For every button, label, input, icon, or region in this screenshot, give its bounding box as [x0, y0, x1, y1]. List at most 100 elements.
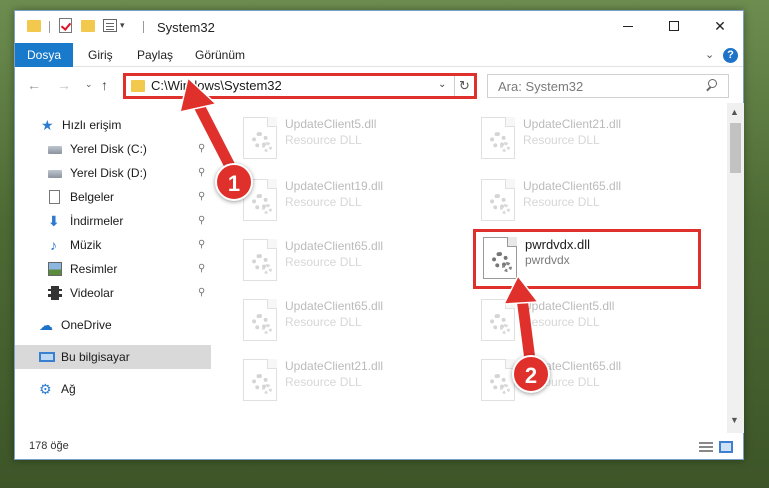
file-name: UpdateClient65.dll — [285, 239, 384, 253]
file-description: Resource DLL — [523, 195, 600, 209]
pin-icon[interactable]: ⚲ — [198, 143, 205, 154]
dll-file-icon — [243, 239, 277, 281]
download-icon: ⬇ — [48, 213, 60, 229]
cloud-icon: ☁ — [39, 317, 53, 333]
sidebar-item-videos[interactable]: Videolar ⚲ — [15, 281, 211, 305]
new-folder-icon[interactable] — [81, 20, 95, 32]
ribbon-tabs: Dosya Giriş Paylaş Görünüm ⌄ ? — [15, 43, 743, 67]
details-view-icon[interactable] — [699, 442, 713, 452]
search-input[interactable]: Ara: System32 — [487, 74, 729, 98]
file-description: Resource DLL — [285, 255, 362, 269]
highlight-box — [473, 229, 701, 289]
pin-icon[interactable]: ⚲ — [198, 167, 205, 178]
pin-icon[interactable]: ⚲ — [198, 191, 205, 202]
pictures-icon — [48, 262, 62, 276]
quick-access-separator — [49, 21, 50, 33]
tab-home[interactable]: Giriş — [88, 43, 113, 67]
recent-locations-icon[interactable]: ⌄ — [85, 79, 93, 90]
dll-file-icon — [481, 359, 515, 401]
drive-icon — [48, 146, 62, 154]
chevron-down-icon[interactable]: ⌄ — [438, 79, 446, 90]
properties-check-icon[interactable] — [59, 18, 72, 33]
sidebar-item-onedrive[interactable]: ☁ OneDrive — [15, 313, 211, 337]
list-item[interactable]: UpdateClient21.dll Resource DLL — [471, 111, 707, 171]
file-description: Resource DLL — [285, 195, 362, 209]
pin-icon[interactable]: ⚲ — [198, 287, 205, 298]
minimize-icon — [623, 25, 633, 27]
file-name: UpdateClient65.dll — [285, 299, 384, 313]
sidebar-item-label: Videolar — [70, 286, 114, 300]
sidebar-item-label: Belgeler — [70, 190, 115, 204]
address-bar[interactable]: C:\Windows\System32 ⌄ ↻ — [123, 73, 477, 99]
sidebar-item-label: Yerel Disk (C:) — [70, 142, 147, 156]
sidebar-item-documents[interactable]: Belgeler ⚲ — [15, 185, 211, 209]
tab-view[interactable]: Görünüm — [195, 43, 245, 67]
file-name: UpdateClient19.dll — [285, 179, 384, 193]
list-item[interactable]: UpdateClient19.dll Resource DLL — [233, 173, 469, 233]
file-description: Resource DLL — [285, 133, 362, 147]
expand-ribbon-icon[interactable]: ⌄ — [705, 48, 714, 61]
title-bar: ▾ System32 ✕ — [15, 11, 743, 43]
file-name: UpdateClient5.dll — [285, 117, 377, 131]
drive-icon — [48, 170, 62, 178]
status-bar: 178 öğe — [15, 435, 743, 459]
dll-file-icon — [243, 299, 277, 341]
large-icons-view-icon[interactable] — [719, 441, 733, 453]
callout-number-2: 2 — [512, 355, 550, 393]
sidebar-item-label: Ağ — [61, 382, 76, 396]
callout-number-1: 1 — [215, 163, 253, 201]
list-item[interactable]: UpdateClient65.dll Resource DLL — [233, 233, 469, 293]
sidebar-item-label: Hızlı erişim — [62, 118, 122, 132]
navigation-bar: ← → ⌄ ↑ C:\Windows\System32 ⌄ ↻ Ara: Sys… — [15, 68, 743, 102]
list-item[interactable]: UpdateClient21.dll Resource DLL — [233, 353, 469, 413]
up-arrow-icon[interactable]: ↑ — [101, 77, 108, 93]
sidebar-item-label: OneDrive — [61, 318, 112, 332]
dll-file-icon — [481, 117, 515, 159]
address-path[interactable]: C:\Windows\System32 — [151, 78, 282, 93]
sidebar-item-this-pc[interactable]: Bu bilgisayar — [15, 345, 211, 369]
search-icon[interactable] — [705, 79, 717, 91]
sidebar-item-downloads[interactable]: ⬇ İndirmeler ⚲ — [15, 209, 211, 233]
pin-icon[interactable]: ⚲ — [198, 239, 205, 250]
sidebar-item-pictures[interactable]: Resimler ⚲ — [15, 257, 211, 281]
pin-icon[interactable]: ⚲ — [198, 263, 205, 274]
back-arrow-icon[interactable]: ← — [27, 77, 41, 93]
file-description: Resource DLL — [523, 315, 600, 329]
dll-file-icon — [243, 117, 277, 159]
minimize-button[interactable] — [605, 11, 651, 41]
sidebar-item-disk-c[interactable]: Yerel Disk (C:) ⚲ — [15, 137, 211, 161]
pin-icon[interactable]: ⚲ — [198, 215, 205, 226]
file-description: Resource DLL — [285, 315, 362, 329]
vertical-scrollbar[interactable]: ▲ ▼ — [727, 103, 744, 433]
folder-icon — [27, 20, 41, 32]
file-name: UpdateClient65.dll — [523, 179, 622, 193]
dll-file-icon — [481, 299, 515, 341]
forward-arrow-icon[interactable]: → — [57, 77, 71, 93]
list-item[interactable]: UpdateClient65.dll Resource DLL — [471, 173, 707, 233]
dll-file-icon — [481, 179, 515, 221]
sidebar-item-disk-d[interactable]: Yerel Disk (D:) ⚲ — [15, 161, 211, 185]
item-count: 178 öğe — [29, 440, 69, 452]
sidebar-item-label: İndirmeler — [70, 214, 124, 228]
folder-icon — [131, 80, 145, 92]
scroll-up-icon[interactable]: ▲ — [730, 107, 739, 117]
help-icon[interactable]: ? — [723, 48, 738, 63]
sidebar-item-quick-access[interactable]: ★ Hızlı erişim — [15, 113, 211, 137]
sidebar-item-network[interactable]: ⚙ Ağ — [15, 377, 211, 401]
properties-list-icon[interactable] — [103, 19, 117, 32]
tab-file[interactable]: Dosya — [15, 43, 73, 67]
maximize-button[interactable] — [651, 11, 697, 41]
close-button[interactable]: ✕ — [697, 11, 743, 41]
refresh-icon[interactable]: ↻ — [454, 76, 474, 96]
scroll-thumb[interactable] — [730, 123, 741, 173]
tab-share[interactable]: Paylaş — [137, 43, 173, 67]
scroll-down-icon[interactable]: ▼ — [730, 415, 739, 425]
list-item[interactable]: UpdateClient65.dll Resource DLL — [471, 353, 707, 413]
list-item[interactable]: UpdateClient65.dll Resource DLL — [233, 293, 469, 353]
list-item[interactable]: UpdateClient5.dll Resource DLL — [233, 111, 469, 171]
list-item[interactable]: UpdateClient5.dll Resource DLL — [471, 293, 707, 353]
sidebar-item-music[interactable]: ♪ Müzik ⚲ — [15, 233, 211, 257]
music-icon: ♪ — [50, 237, 57, 253]
sidebar-item-label: Bu bilgisayar — [61, 350, 130, 364]
chevron-down-icon[interactable]: ▾ — [120, 20, 125, 31]
